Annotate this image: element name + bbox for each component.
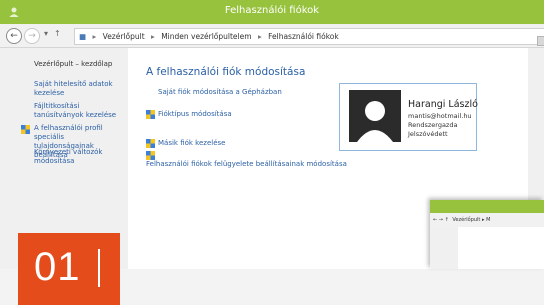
shield-icon xyxy=(146,110,155,119)
overlay-sidebar xyxy=(430,227,458,269)
page-title: A felhasználói fiók módosítása xyxy=(146,66,306,78)
sidebar-item-environment-variables[interactable]: Környezeti változók módosítása xyxy=(34,148,126,166)
title-bar: Felhasználói fiókok xyxy=(0,0,544,24)
control-panel-icon: ■ xyxy=(79,32,87,41)
uac-settings-link[interactable]: Felhasználói fiókok felügyelete beállítá… xyxy=(146,160,347,168)
address-bar[interactable]: ■ ▸ Vezérlőpult ▸ Minden vezérlőpultelem… xyxy=(74,28,544,45)
breadcrumb-item-0[interactable]: Vezérlőpult xyxy=(103,32,145,41)
scroll-box-icon xyxy=(537,36,544,46)
sidebar-home[interactable]: Vezérlőpult – kezdőlap xyxy=(34,60,126,69)
user-status: Jelszóvédett xyxy=(408,130,448,138)
up-arrow-icon[interactable]: ↑ xyxy=(54,29,61,38)
window-title: Felhasználói fiókok xyxy=(224,5,320,16)
step-number-badge: 01 xyxy=(18,233,120,305)
chevron-right-icon: ▸ xyxy=(92,32,97,41)
shield-icon xyxy=(146,151,155,160)
avatar xyxy=(349,90,401,142)
user-silhouette-icon xyxy=(357,101,393,142)
change-account-type-link[interactable]: Fióktípus módosítása xyxy=(158,110,232,118)
sidebar-item-encryption[interactable]: Fájltitkosítási tanúsítványok kezelése xyxy=(34,102,126,120)
overlay-up-icon: ↑ xyxy=(444,217,449,223)
chevron-right-icon: ▸ xyxy=(151,32,155,41)
back-button[interactable]: ← xyxy=(6,28,22,44)
overlay-forward-icon: → xyxy=(438,217,443,223)
shield-icon xyxy=(146,139,155,148)
manage-another-account-link[interactable]: Másik fiók kezelése xyxy=(158,139,225,147)
overlay-navigation-bar: ← → ↑ Vezérlőpult ▸ M xyxy=(430,213,544,227)
forward-button[interactable]: → xyxy=(24,28,40,44)
step-number: 01 xyxy=(34,245,81,289)
user-email: mantis@hotmail.hu xyxy=(408,112,472,120)
user-name: Harangi László xyxy=(408,99,478,110)
sidebar-item-credentials[interactable]: Saját hitelesítő adatok kezelése xyxy=(34,80,126,98)
overlay-title-bar xyxy=(430,200,544,213)
text-cursor xyxy=(98,249,100,287)
shield-icon xyxy=(21,125,30,134)
overlay-back-icon: ← xyxy=(433,217,438,223)
breadcrumb-item-1[interactable]: Minden vezérlőpultelem xyxy=(161,32,251,41)
breadcrumb-item-2[interactable]: Felhasználói fiókok xyxy=(268,32,339,41)
user-role: Rendszergazda xyxy=(408,121,458,129)
overlay-window-screenshot: ← → ↑ Vezérlőpult ▸ M xyxy=(430,200,544,269)
recent-pages-chevron-icon[interactable]: ▾ xyxy=(44,29,48,38)
user-account-card: Harangi László mantis@hotmail.hu Rendsze… xyxy=(339,83,478,151)
chevron-right-icon: ▸ xyxy=(257,32,262,41)
change-account-settings-link[interactable]: Saját fiók módosítása a Gépházban xyxy=(158,88,282,96)
overlay-breadcrumb: Vezérlőpult ▸ M xyxy=(452,217,491,223)
navigation-bar: ← → ▾ ↑ ■ ▸ Vezérlőpult ▸ Minden vezérlő… xyxy=(0,24,544,48)
